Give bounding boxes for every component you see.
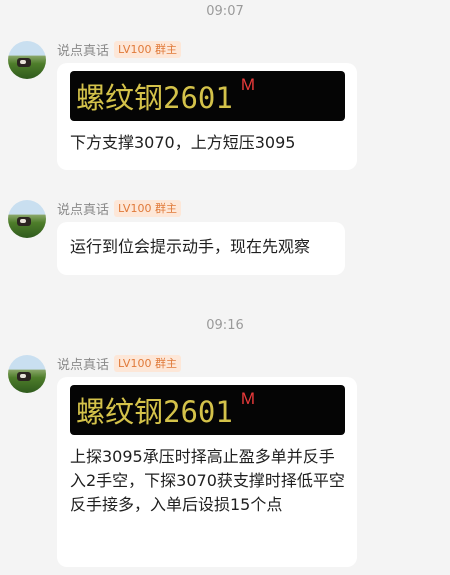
timestamp: 09:07: [0, 3, 450, 20]
message-text: 运行到位会提示动手，现在先观察: [70, 237, 311, 256]
rank-badge: LV100 群主: [114, 354, 181, 372]
ticker-flag: M: [240, 389, 256, 408]
sender-name[interactable]: 说点真话: [57, 199, 109, 218]
avatar[interactable]: [8, 200, 46, 238]
message-bubble[interactable]: 运行到位会提示动手，现在先观察: [57, 222, 345, 275]
sender-row: 说点真话 LV100 群主: [57, 198, 181, 218]
timestamp-text: 09:16: [198, 317, 252, 334]
message-bubble[interactable]: 螺纹钢2601 M 上探3095承压时择高止盈多单并反手入2手空，下探3070获…: [57, 377, 357, 567]
timestamp: 09:16: [0, 317, 450, 334]
rank-badge: LV100 群主: [114, 40, 181, 58]
ticker-flag: M: [240, 75, 256, 94]
ticker-name: 螺纹钢2601: [76, 395, 233, 429]
timestamp-text: 09:07: [198, 3, 252, 20]
avatar[interactable]: [8, 355, 46, 393]
ticker-name: 螺纹钢2601: [76, 81, 233, 115]
message-text: 下方支撑3070，上方短压3095: [70, 133, 296, 152]
ticker-image[interactable]: 螺纹钢2601 M: [70, 385, 345, 435]
ticker-image[interactable]: 螺纹钢2601 M: [70, 71, 345, 121]
message-text: 上探3095承压时择高止盈多单并反手入2手空，下探3070获支撑时择低平空反手接…: [70, 447, 345, 514]
sender-row: 说点真话 LV100 群主: [57, 353, 181, 373]
message-bubble[interactable]: 螺纹钢2601 M 下方支撑3070，上方短压3095: [57, 63, 357, 170]
rank-badge: LV100 群主: [114, 199, 181, 217]
sender-row: 说点真话 LV100 群主: [57, 39, 181, 59]
sender-name[interactable]: 说点真话: [57, 40, 109, 59]
avatar[interactable]: [8, 41, 46, 79]
sender-name[interactable]: 说点真话: [57, 354, 109, 373]
